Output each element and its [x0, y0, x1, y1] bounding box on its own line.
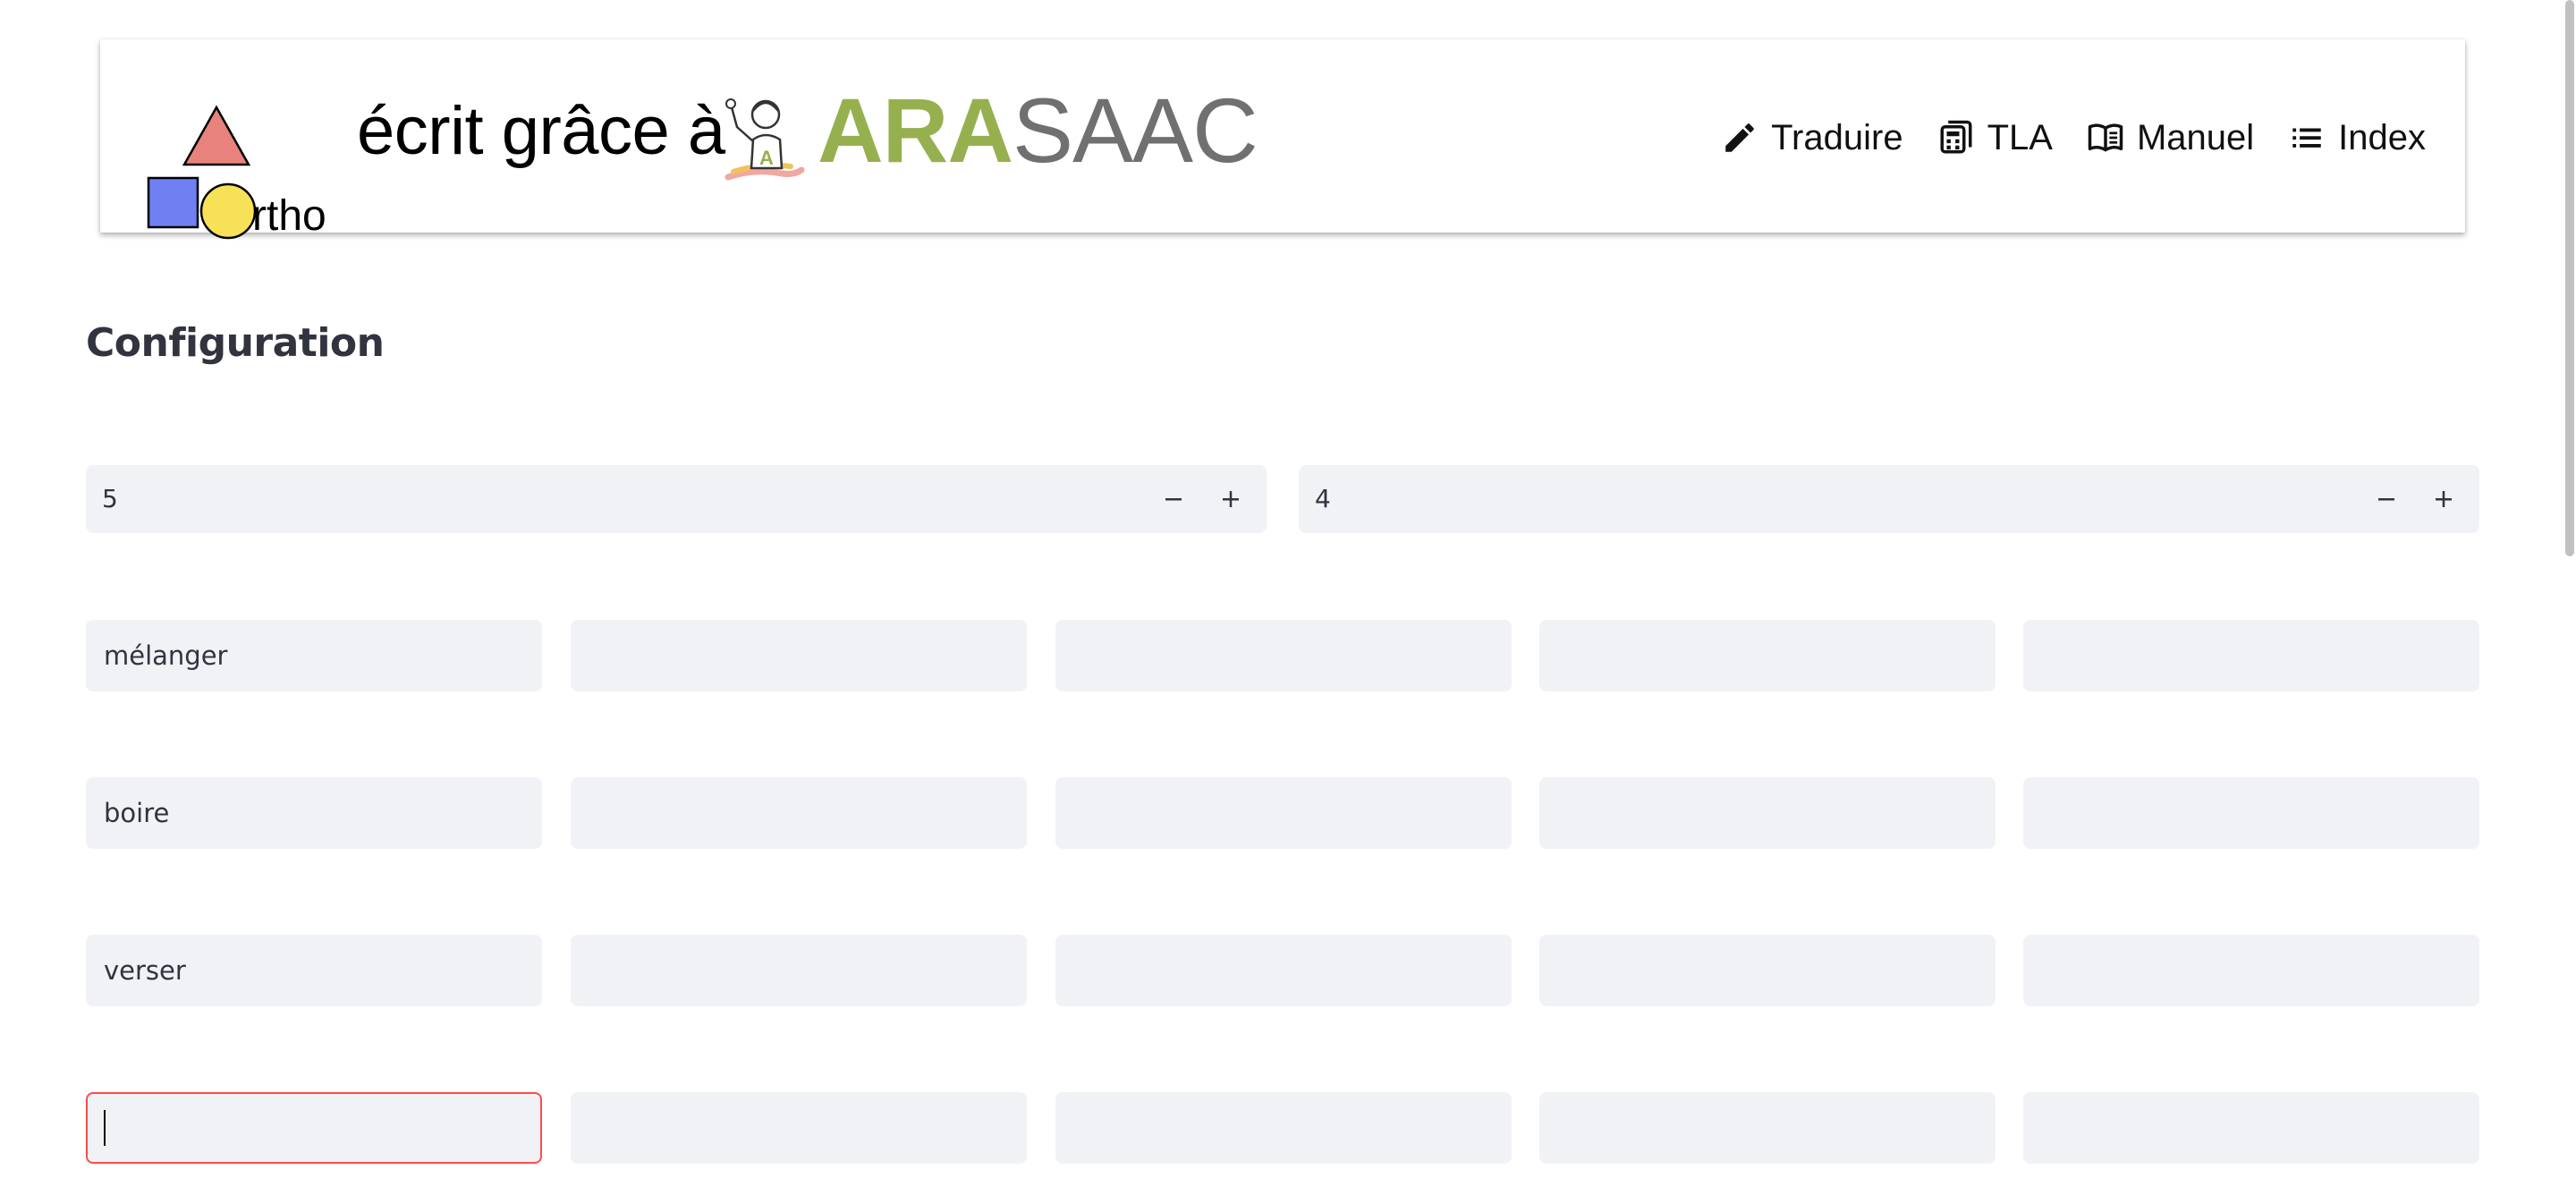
brand-saac: SAAC — [1012, 79, 1258, 182]
nav-index[interactable]: Index — [2288, 118, 2426, 158]
grid-cell-input[interactable] — [571, 777, 1027, 849]
nav-traduire-label: Traduire — [1771, 117, 1903, 157]
arasaac-brand[interactable]: ARA SAAC — [818, 77, 1258, 184]
rows-decrement-button[interactable] — [1147, 465, 1200, 533]
grid-cell-input[interactable] — [1539, 1092, 1996, 1164]
grid-cell-input[interactable] — [2023, 777, 2479, 849]
grid-cell-input[interactable]: mélanger — [86, 620, 542, 691]
main-nav: Traduire TLA Manuel Index — [1721, 102, 2426, 174]
nav-index-label: Index — [2338, 117, 2426, 157]
minus-icon — [1165, 498, 1182, 501]
logo-triangle — [182, 105, 251, 166]
grid-row: verser — [86, 935, 2479, 1006]
grid-cell-input[interactable] — [571, 935, 1027, 1006]
nav-tla[interactable]: TLA — [1937, 118, 2053, 158]
grid-cell-input[interactable] — [2023, 620, 2479, 691]
grid-cell-input[interactable] — [1539, 935, 1996, 1006]
logo-circle — [199, 182, 257, 240]
list-icon — [2292, 128, 2321, 148]
grid-row: boire — [86, 777, 2479, 849]
grid-cell-input[interactable] — [1055, 935, 1512, 1006]
grid-row: mélanger — [86, 620, 2479, 691]
grid-row — [86, 1092, 2479, 1164]
grid-cell-input[interactable] — [1055, 620, 1512, 691]
columns-increment-button[interactable] — [2417, 465, 2470, 533]
calculator-icon — [1940, 120, 1972, 154]
plus-icon — [2436, 491, 2452, 507]
nav-tla-label: TLA — [1987, 117, 2053, 157]
columns-stepper: 4 — [1299, 465, 2479, 533]
rows-stepper-value[interactable]: 5 — [102, 465, 118, 533]
grid-cell-input[interactable] — [571, 1092, 1027, 1164]
page-title: Configuration — [86, 320, 385, 366]
grid-cell-input[interactable] — [1055, 1092, 1512, 1164]
grid-cell-input[interactable] — [1539, 777, 1996, 849]
text-caret — [104, 1110, 106, 1146]
logo-square — [147, 176, 199, 229]
grid-cell-input[interactable] — [1539, 620, 1996, 691]
tagline: écrit grâce à — [357, 92, 725, 169]
grid-cell-input-focused[interactable] — [86, 1092, 542, 1164]
arasaac-pictogram: A — [724, 98, 805, 181]
plus-icon — [1223, 491, 1239, 507]
grid-cell-input[interactable] — [2023, 935, 2479, 1006]
grid-cell-input[interactable] — [2023, 1092, 2479, 1164]
app-header: rtho écrit grâce à A ARA SAAC Traduire T… — [100, 39, 2465, 240]
rows-increment-button[interactable] — [1204, 465, 1258, 533]
grid-cell-input[interactable]: verser — [86, 935, 542, 1006]
columns-stepper-value[interactable]: 4 — [1315, 465, 1331, 533]
nav-manuel-label: Manuel — [2136, 117, 2255, 157]
book-icon — [2088, 123, 2123, 152]
scrollbar-thumb[interactable] — [2565, 0, 2574, 556]
rows-stepper: 5 — [86, 465, 1267, 533]
grid-cell-input[interactable]: boire — [86, 777, 542, 849]
nav-manuel[interactable]: Manuel — [2087, 118, 2254, 158]
pencil-icon — [1725, 123, 1754, 152]
logo-text: rtho — [252, 192, 326, 240]
nav-traduire[interactable]: Traduire — [1721, 117, 1903, 158]
brand-ara: ARA — [818, 79, 1013, 182]
minus-icon — [2378, 498, 2394, 501]
columns-decrement-button[interactable] — [2360, 465, 2413, 533]
grid-cell-input[interactable] — [571, 620, 1027, 691]
svg-text:A: A — [759, 147, 774, 169]
grid-cell-input[interactable] — [1055, 777, 1512, 849]
